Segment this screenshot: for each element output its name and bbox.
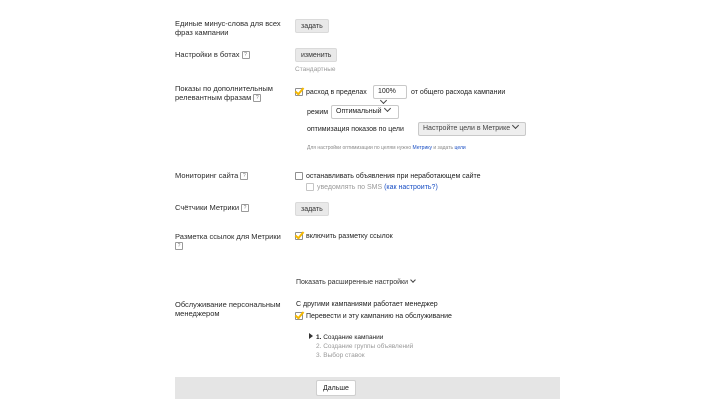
link-markup-label-line1: Разметка ссылок для Метрики (175, 232, 281, 241)
optim-note-text: Для настройки оптимизации по целям нужно (307, 145, 412, 151)
sms-notify-checkbox[interactable] (306, 183, 314, 191)
help-icon[interactable]: ? (241, 51, 250, 60)
help-icon[interactable]: ? (175, 242, 183, 251)
mode-select[interactable]: Оптимальный (331, 104, 399, 119)
personal-manager-checkbox[interactable] (295, 312, 303, 320)
ad-settings-change-button[interactable]: изменить (295, 48, 338, 62)
metrika-counters-set-button[interactable]: задать (295, 202, 329, 216)
metrika-link[interactable]: Метрику (413, 145, 432, 151)
site-monitoring-checkbox-label: останавливать объявления при неработающе… (306, 173, 481, 180)
chevron-down-icon (379, 96, 388, 105)
link-markup-label: Разметка ссылок для Метрики ? (175, 232, 281, 251)
step-item: 1. Создание кампании (309, 333, 413, 342)
show-advanced-text: Показать расширенные настройки (296, 279, 409, 286)
site-monitoring-label-text: Мониторинг сайта (175, 171, 239, 180)
percent-select[interactable]: 100% (373, 85, 407, 105)
extra-phrases-checkbox[interactable] (295, 88, 303, 96)
extra-phrases-suffix: от общего расхода кампании (411, 89, 506, 96)
optim-goal-select[interactable]: Настройте цели в Метрике (418, 121, 526, 136)
help-icon[interactable]: ? (240, 172, 249, 181)
sms-notify-label: уведомлять по SMS (как настроить?) (317, 183, 438, 192)
personal-manager-label: Обслуживание персональным менеджером (175, 300, 281, 318)
help-icon[interactable]: ? (241, 204, 250, 213)
goals-link[interactable]: цели (455, 145, 466, 151)
step-number: 2. (316, 343, 322, 350)
site-monitoring-label: Мониторинг сайта? (175, 171, 249, 181)
minus-words-label: Единые минус-слова для всех фраз кампани… (175, 19, 281, 37)
optim-note: Для настройки оптимизации по целям нужно… (307, 145, 466, 151)
minus-words-label-line2: фраз кампании (175, 28, 229, 37)
steps-list: 1. Создание кампании 2. Создание группы … (309, 333, 413, 360)
chevron-down-icon (512, 121, 520, 130)
step-label: Создание кампании (323, 334, 384, 341)
personal-manager-checkbox-label: Перевести и эту кампанию на обслуживание (306, 313, 452, 320)
personal-manager-label-line1: Обслуживание персональным (175, 300, 281, 309)
optim-label: оптимизация показов по цели (307, 126, 404, 133)
extra-phrases-label-line2: релевантным фразам (175, 93, 252, 102)
step-item: 3. Выбор ставок (309, 351, 413, 360)
ad-settings-label-text: Настройки в ботах (175, 50, 240, 59)
step-item: 2. Создание группы объявлений (309, 342, 413, 351)
metrika-counters-label-text: Счётчики Метрики (175, 203, 240, 212)
help-icon[interactable]: ? (253, 94, 262, 103)
minus-words-set-button[interactable]: задать (295, 19, 329, 33)
extra-phrases-label-line1: Показы по дополнительным (175, 84, 273, 93)
chevron-down-icon (410, 277, 416, 283)
percent-select-value: 100% (378, 88, 396, 95)
optim-note-mid: и задать (433, 145, 454, 151)
step-label: Создание группы объявлений (323, 343, 414, 350)
site-monitoring-checkbox[interactable] (295, 172, 303, 180)
metrika-counters-label: Счётчики Метрики? (175, 203, 250, 213)
ad-settings-value: Стандартные (295, 66, 336, 73)
link-markup-checkbox-label: включить разметку ссылок (306, 233, 393, 240)
step-arrow-icon (309, 333, 313, 339)
extra-phrases-checkbox-label: расход в пределах (306, 89, 367, 96)
show-advanced-settings-link[interactable]: Показать расширенные настройки (296, 277, 416, 287)
extra-phrases-label: Показы по дополнительным релевантным фра… (175, 84, 273, 103)
step-label: Выбор ставок (323, 352, 365, 359)
ad-settings-label: Настройки в ботах? (175, 50, 250, 60)
mode-select-value: Оптимальный (336, 108, 382, 115)
personal-manager-label-line2: менеджером (175, 309, 220, 318)
step-number: 1. (316, 334, 322, 341)
step-number: 3. (316, 352, 322, 359)
minus-words-label-line1: Единые минус-слова для всех (175, 19, 281, 28)
optim-goal-select-value: Настройте цели в Метрике (423, 125, 511, 132)
sms-notify-text: уведомлять по SMS (317, 184, 383, 191)
personal-manager-text: С другими кампаниями работает менеджер (296, 301, 438, 308)
link-markup-checkbox[interactable] (295, 232, 303, 240)
mode-label: режим (307, 109, 329, 116)
next-button[interactable]: Дальше (316, 380, 356, 396)
chevron-down-icon (383, 104, 391, 113)
how-to-setup-link[interactable]: (как настроить?) (384, 184, 438, 191)
footer-bar (175, 377, 560, 399)
